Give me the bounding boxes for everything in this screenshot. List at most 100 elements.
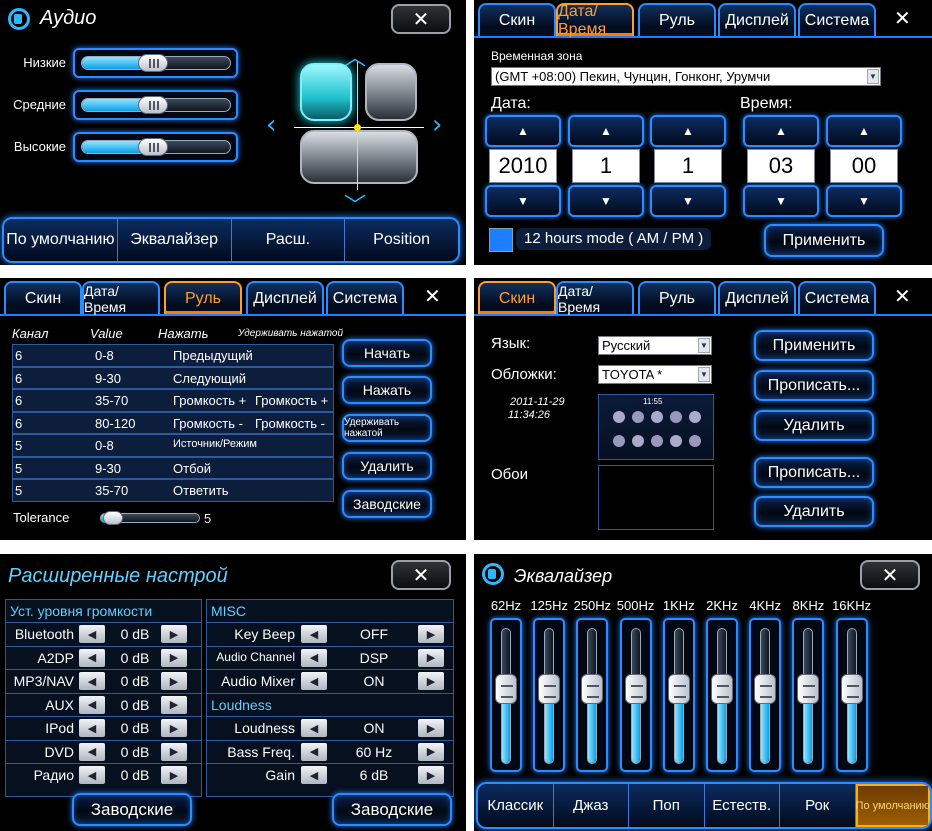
seat-rear[interactable] — [300, 130, 418, 184]
minute-down-button[interactable]: ▼ — [826, 185, 902, 217]
factory-left-button[interactable]: Заводские — [72, 793, 192, 826]
arrow-right-icon[interactable]: ▶ — [418, 766, 444, 784]
preset-classic[interactable]: Классик — [478, 784, 554, 827]
table-row[interactable]: 6 35-70 Громкость + Громкость + — [12, 389, 334, 412]
arrow-left-icon[interactable]: ◀ — [79, 742, 105, 761]
arrow-right-icon[interactable]: ▶ — [161, 648, 187, 667]
start-button[interactable]: Начать — [342, 339, 432, 367]
hold-button[interactable]: Удерживать нажатой — [342, 414, 432, 442]
tab-skin[interactable]: Скин — [478, 3, 556, 36]
eq-knob[interactable] — [581, 674, 604, 705]
preset-natural[interactable]: Естеств. — [705, 784, 780, 827]
12h-mode-checkbox[interactable] — [489, 228, 513, 252]
close-button[interactable]: ✕ — [860, 560, 920, 590]
arrow-left-icon[interactable]: ◀ — [79, 672, 105, 690]
eq-knob[interactable] — [495, 674, 517, 705]
eq-band-slider[interactable] — [749, 618, 782, 772]
preset-jazz[interactable]: Джаз — [554, 784, 629, 827]
seat-front-left[interactable] — [300, 63, 352, 121]
tab-display[interactable]: Дисплей — [718, 281, 796, 314]
arrow-left-icon[interactable]: ◀ — [79, 695, 105, 714]
table-row[interactable]: 5 0-8 Источник/Режим — [12, 434, 334, 457]
eq-band-slider[interactable] — [533, 618, 566, 772]
arrow-left-icon[interactable]: ◀ — [79, 719, 105, 737]
arrow-left-icon[interactable]: ◀ — [79, 625, 105, 643]
minute-up-button[interactable]: ▲ — [826, 115, 902, 147]
month-down-button[interactable]: ▼ — [568, 185, 644, 217]
slider-knob[interactable] — [102, 511, 123, 525]
tab-steering[interactable]: Руль — [164, 281, 242, 314]
seat-front-right[interactable] — [365, 63, 417, 121]
table-row[interactable]: 5 35-70 Ответить — [12, 479, 334, 502]
hour-down-button[interactable]: ▼ — [743, 185, 819, 217]
eq-knob[interactable] — [538, 674, 561, 705]
apply-button[interactable]: Применить — [764, 224, 884, 257]
preset-pop[interactable]: Поп — [629, 784, 705, 827]
eq-knob[interactable] — [840, 674, 863, 705]
arrow-right-icon[interactable]: ▶ — [161, 625, 187, 643]
eq-knob[interactable] — [624, 674, 647, 705]
chevron-right-icon[interactable]: › — [432, 110, 442, 140]
factory-button[interactable]: Заводские — [342, 490, 432, 518]
tab-steering[interactable]: Руль — [638, 3, 716, 36]
arrow-right-icon[interactable]: ▶ — [418, 625, 444, 643]
tab-position[interactable]: Position — [345, 219, 458, 261]
tab-system[interactable]: Система — [798, 3, 876, 36]
eq-knob[interactable] — [797, 674, 820, 705]
year-down-button[interactable]: ▼ — [485, 185, 561, 217]
tab-advanced[interactable]: Расш. — [232, 219, 346, 261]
chevron-left-icon[interactable]: ‹ — [266, 110, 276, 140]
eq-band-slider[interactable] — [835, 618, 868, 772]
skin-preview[interactable]: 11:55 — [598, 394, 714, 460]
tab-equalizer[interactable]: Эквалайзер — [118, 219, 232, 261]
tab-steering[interactable]: Руль — [638, 281, 716, 314]
arrow-right-icon[interactable]: ▶ — [418, 672, 444, 690]
close-icon[interactable]: ✕ — [894, 284, 911, 308]
delete-button[interactable]: Удалить — [342, 452, 432, 480]
arrow-left-icon[interactable]: ◀ — [301, 672, 327, 690]
close-icon[interactable]: ✕ — [894, 6, 911, 30]
day-up-button[interactable]: ▲ — [650, 115, 726, 147]
arrow-right-icon[interactable]: ▶ — [161, 695, 187, 714]
close-icon[interactable]: ✕ — [424, 284, 441, 308]
tab-display[interactable]: Дисплей — [246, 281, 324, 314]
eq-knob[interactable] — [754, 674, 777, 705]
chevron-down-icon[interactable]: ﹀ — [344, 188, 366, 220]
table-row[interactable]: 5 9-30 Отбой — [12, 456, 334, 479]
preset-rock[interactable]: Рок — [780, 784, 856, 827]
timezone-select[interactable]: (GMT +08:00) Пекин, Чунцин, Гонконг, Уру… — [491, 67, 881, 86]
eq-knob[interactable] — [711, 674, 733, 705]
arrow-right-icon[interactable]: ▶ — [418, 648, 444, 667]
arrow-left-icon[interactable]: ◀ — [301, 648, 327, 667]
arrow-left-icon[interactable]: ◀ — [301, 766, 327, 784]
delete-skin-button[interactable]: Удалить — [754, 410, 874, 441]
skins-select[interactable]: TOYOTA * ▼ — [598, 365, 712, 384]
close-button[interactable]: ✕ — [391, 560, 451, 590]
tolerance-slider[interactable] — [100, 511, 200, 525]
arrow-right-icon[interactable]: ▶ — [418, 719, 444, 737]
position-marker[interactable] — [354, 124, 361, 131]
arrow-left-icon[interactable]: ◀ — [79, 766, 105, 784]
table-row[interactable]: 6 80-120 Громкость - Громкость - — [12, 411, 334, 434]
year-up-button[interactable]: ▲ — [485, 115, 561, 147]
tab-datetime[interactable]: Дата/Время — [556, 281, 634, 315]
bass-slider[interactable] — [73, 48, 238, 78]
tab-display[interactable]: Дисплей — [718, 3, 796, 36]
table-row[interactable]: 6 9-30 Следующий — [12, 366, 334, 389]
tab-skin[interactable]: Скин — [4, 281, 82, 314]
language-select[interactable]: Русский ▼ — [598, 336, 712, 355]
register-skin-button[interactable]: Прописать... — [754, 370, 874, 401]
tab-default[interactable]: По умолчанию — [4, 219, 118, 261]
preset-default[interactable]: По умолчанию — [855, 784, 930, 827]
eq-band-slider[interactable] — [792, 618, 825, 772]
tab-datetime[interactable]: Дата/Время — [556, 3, 634, 38]
day-down-button[interactable]: ▼ — [650, 185, 726, 217]
eq-band-slider[interactable] — [490, 618, 522, 772]
eq-band-slider[interactable] — [706, 618, 738, 772]
arrow-left-icon[interactable]: ◀ — [79, 648, 105, 667]
arrow-right-icon[interactable]: ▶ — [418, 742, 444, 761]
delete-wallpaper-button[interactable]: Удалить — [754, 496, 874, 527]
arrow-right-icon[interactable]: ▶ — [161, 672, 187, 690]
eq-knob[interactable] — [667, 674, 690, 705]
arrow-left-icon[interactable]: ◀ — [301, 625, 327, 643]
